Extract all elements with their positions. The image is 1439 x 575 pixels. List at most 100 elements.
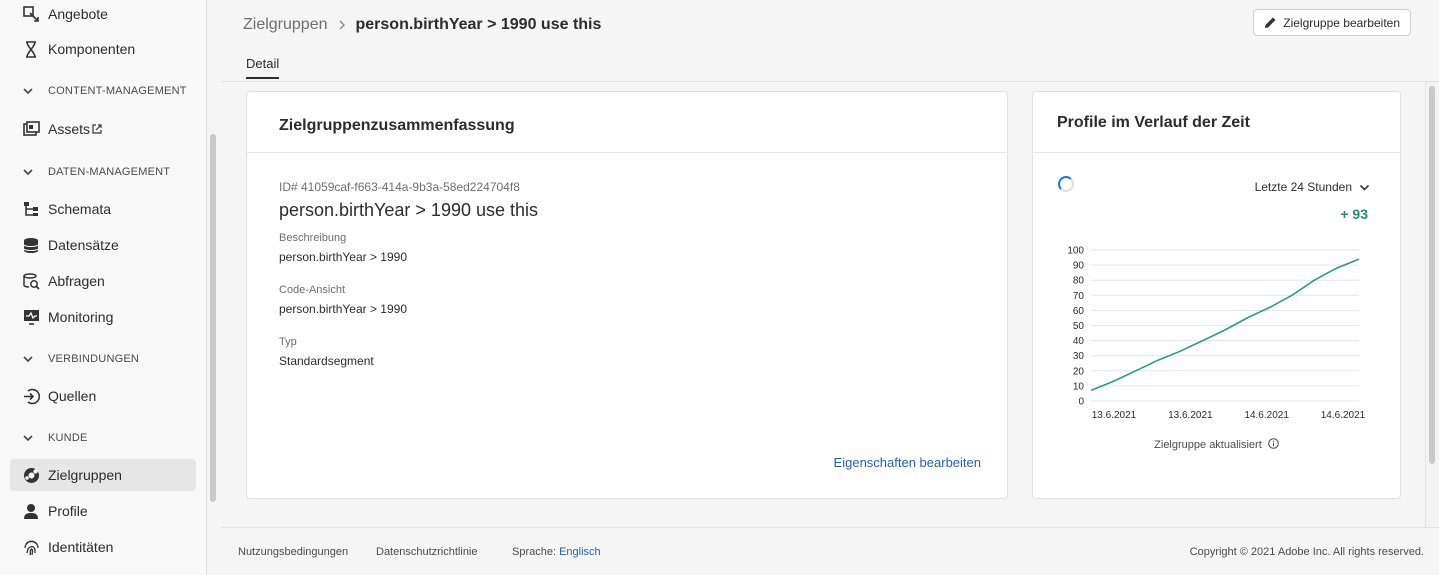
sidebar-item-components[interactable]: Komponenten (10, 33, 196, 65)
time-range-dropdown[interactable]: Letzte 24 Stunden (1255, 180, 1370, 194)
sidebar-item-label: Angebote (48, 6, 108, 22)
y-tick-label: 30 (1073, 351, 1085, 362)
description-value: person.birthYear > 1990 (279, 250, 407, 264)
tab-detail[interactable]: Detail (246, 56, 280, 79)
section-data-management[interactable]: DATEN-MANAGEMENT (22, 162, 170, 182)
y-tick-label: 80 (1073, 276, 1085, 287)
sidebar-item-queries[interactable]: Abfragen (10, 265, 196, 297)
monitoring-icon (22, 308, 40, 326)
profile-delta: + 93 (1340, 206, 1368, 222)
external-link-icon (92, 121, 102, 137)
sidebar-item-label: Assets (48, 121, 91, 137)
sidebar-item-audiences[interactable]: Zielgruppen (10, 459, 196, 491)
edit-audience-button[interactable]: Zielgruppe bearbeiten (1253, 9, 1411, 36)
chevron-down-icon (22, 85, 34, 97)
time-range-value: Letzte 24 Stunden (1254, 180, 1352, 194)
main-content: Zielgruppen person.birthYear > 1990 use … (221, 0, 1439, 575)
x-tick-label: 13.6.2021 (1168, 410, 1213, 421)
sidebar-item-schemas[interactable]: Schemata (10, 193, 196, 225)
sidebar-item-label: Monitoring (48, 309, 114, 325)
profiles-title: Profile im Verlauf der Zeit (1057, 114, 1250, 131)
breadcrumb: Zielgruppen person.birthYear > 1990 use … (243, 16, 601, 34)
description-label: Beschreibung (279, 232, 347, 244)
page-header: Zielgruppen person.birthYear > 1990 use … (221, 0, 1439, 82)
sidebar: Angebote Komponenten CONTENT-MANAGEMENT … (0, 0, 207, 575)
section-customer[interactable]: KUNDE (22, 428, 88, 448)
code-view-value: person.birthYear > 1990 (279, 302, 407, 316)
divider (247, 152, 1007, 153)
chevron-down-icon (1359, 182, 1370, 193)
section-content-management[interactable]: CONTENT-MANAGEMENT (22, 81, 187, 101)
edit-properties-link[interactable]: Eigenschaften bearbeiten (834, 455, 981, 470)
sidebar-item-identities[interactable]: Identitäten (10, 531, 196, 563)
sources-icon (22, 387, 40, 405)
section-label: CONTENT-MANAGEMENT (48, 85, 187, 97)
y-tick-label: 0 (1078, 397, 1084, 408)
y-tick-label: 70 (1073, 291, 1085, 302)
type-label: Typ (279, 336, 297, 348)
breadcrumb-root[interactable]: Zielgruppen (243, 16, 328, 34)
profiles-line-chart: 0 10 20 30 40 50 60 70 80 90 100 13.6.2021 13.6.2021… (1067, 246, 1366, 422)
audience-name: person.birthYear > 1990 use this (279, 200, 539, 220)
sidebar-item-offers[interactable]: Angebote (10, 0, 196, 30)
x-tick-label: 14.6.2021 (1244, 410, 1289, 421)
y-tick-label: 20 (1073, 366, 1085, 377)
section-connections[interactable]: VERBINDUNGEN (22, 349, 139, 369)
section-label: KUNDE (48, 432, 88, 444)
y-tick-label: 90 (1073, 261, 1085, 272)
footer: Nutzungsbedingungen Datenschutzrichtlini… (221, 527, 1439, 575)
fingerprint-icon (22, 538, 40, 556)
sidebar-scrollbar[interactable] (210, 134, 216, 502)
language-value[interactable]: Englisch (559, 546, 601, 558)
section-label: DATEN-MANAGEMENT (48, 166, 171, 178)
x-tick-label: 14.6.2021 (1321, 410, 1366, 421)
chevron-down-icon (22, 353, 34, 365)
y-tick-label: 50 (1073, 321, 1085, 332)
loading-spinner-icon (1058, 176, 1074, 192)
sidebar-item-monitoring[interactable]: Monitoring (10, 301, 196, 333)
privacy-link[interactable]: Datenschutzrichtlinie (376, 546, 478, 558)
type-value: Standardsegment (279, 354, 374, 368)
components-icon (22, 40, 40, 58)
audience-updated-label: Zielgruppe aktualisiert (1033, 438, 1400, 451)
profiles-over-time-card: Profile im Verlauf der Zeit Letzte 24 St… (1032, 91, 1401, 499)
main-scrollbar[interactable] (1429, 86, 1435, 464)
chevron-right-icon (338, 17, 346, 33)
sidebar-item-label: Profile (48, 503, 88, 519)
code-view-label: Code-Ansicht (279, 284, 346, 296)
schema-icon (22, 200, 40, 218)
chevron-down-icon (22, 166, 34, 178)
sidebar-item-label: Abfragen (48, 273, 105, 289)
offers-icon (22, 5, 40, 23)
y-tick-label: 100 (1067, 246, 1084, 257)
updated-text: Zielgruppe aktualisiert (1154, 439, 1262, 451)
sidebar-item-label: Quellen (48, 388, 97, 404)
sidebar-item-sources[interactable]: Quellen (10, 380, 196, 412)
sidebar-item-label: Schemata (48, 201, 112, 217)
info-icon[interactable] (1268, 438, 1279, 449)
audience-id: ID# 41059caf-f663-414a-9b3a-58ed224704f8 (279, 180, 520, 194)
pencil-icon (1264, 16, 1277, 29)
queries-icon (22, 272, 40, 290)
y-tick-label: 40 (1073, 336, 1085, 347)
datasets-icon (22, 236, 40, 254)
language-label: Sprache: (512, 546, 557, 558)
chevron-down-icon (22, 432, 34, 444)
x-tick-label: 13.6.2021 (1092, 410, 1137, 421)
terms-link[interactable]: Nutzungsbedingungen (238, 546, 348, 558)
sidebar-item-datasets[interactable]: Datensätze (10, 229, 196, 261)
sidebar-item-profiles[interactable]: Profile (10, 495, 196, 527)
language-selector[interactable]: Sprache: Englisch (512, 546, 601, 558)
y-tick-label: 60 (1073, 306, 1085, 317)
section-label: VERBINDUNGEN (48, 353, 140, 365)
sidebar-item-assets[interactable]: Assets (10, 113, 196, 145)
assets-icon (22, 120, 40, 138)
summary-title: Zielgruppenzusammenfassung (279, 117, 515, 134)
sidebar-item-label: Zielgruppen (48, 467, 122, 483)
divider (1033, 152, 1400, 153)
audiences-icon (22, 466, 40, 484)
copyright: Copyright © 2021 Adobe Inc. All rights r… (1189, 546, 1424, 558)
profile-icon (22, 502, 40, 520)
page-title: person.birthYear > 1990 use this (355, 16, 602, 33)
sidebar-item-label: Datensätze (48, 237, 119, 253)
